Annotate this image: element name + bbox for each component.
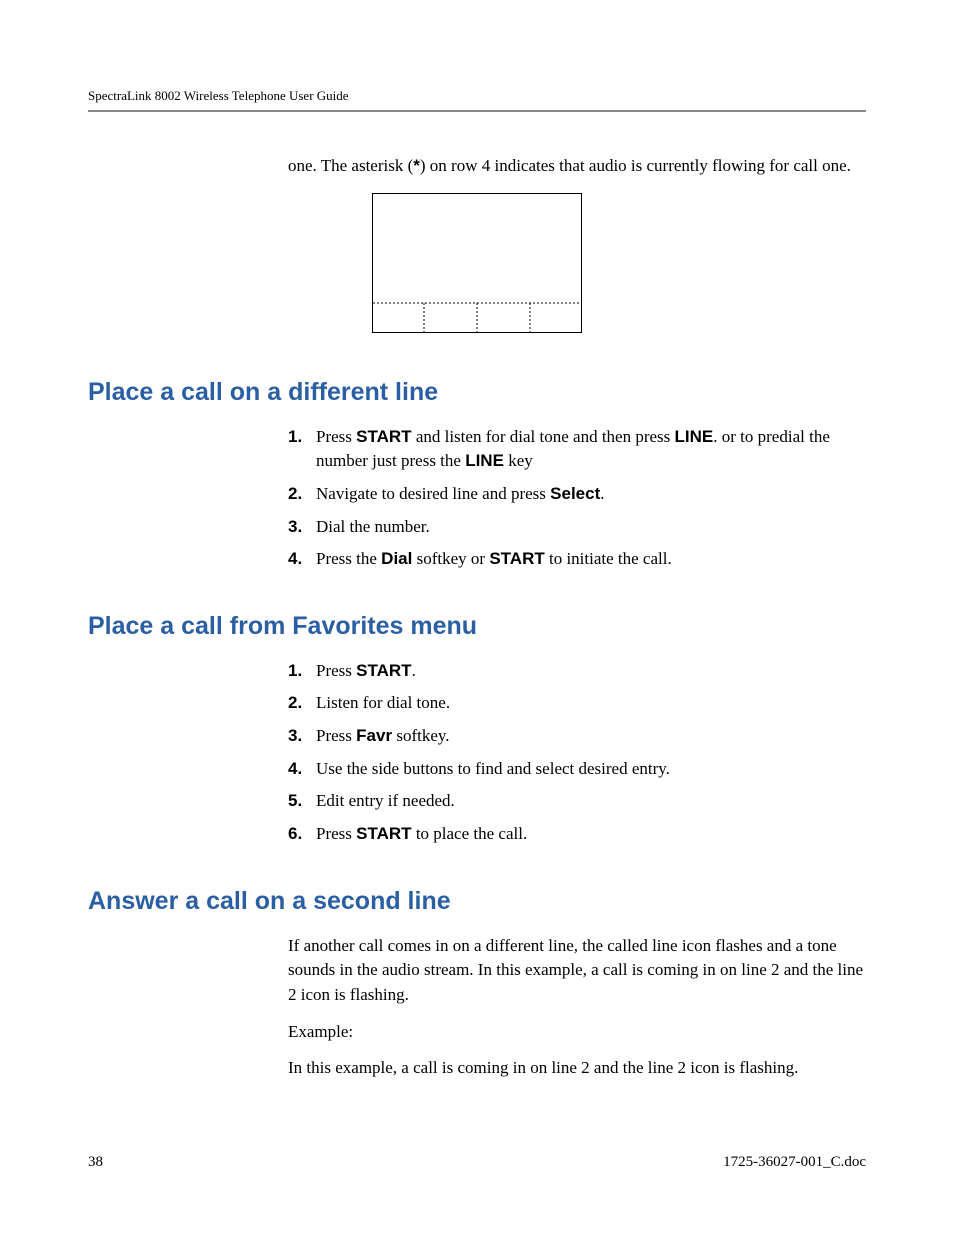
intro-text-before: one. The asterisk ( <box>288 156 413 175</box>
step-text: . <box>412 661 416 680</box>
list-item: Edit entry if needed. <box>288 789 866 814</box>
steps-list-different-line: Press START and listen for dial tone and… <box>288 425 866 572</box>
intro-text-after: ) on row 4 indicates that audio is curre… <box>420 156 851 175</box>
section3-paragraph1: If another call comes in on a different … <box>288 934 866 1008</box>
key-label: START <box>489 549 544 568</box>
display-box-icon <box>372 193 582 333</box>
page-footer: 38 1725-36027-001_C.doc <box>88 1154 866 1171</box>
step-text: Press <box>316 427 356 446</box>
section3-paragraph2: In this example, a call is coming in on … <box>288 1056 866 1081</box>
step-text: softkey or <box>412 549 489 568</box>
key-label: Dial <box>381 549 412 568</box>
steps-list-favorites: Press START. Listen for dial tone. Press… <box>288 659 866 847</box>
section-heading-different-line: Place a call on a different line <box>88 378 866 407</box>
key-label: START <box>356 824 411 843</box>
list-item: Press Favr softkey. <box>288 724 866 749</box>
step-text: Dial the number. <box>316 517 430 536</box>
step-text: to place the call. <box>412 824 528 843</box>
page-number: 38 <box>88 1154 103 1171</box>
step-text: Press <box>316 824 356 843</box>
step-text: Press <box>316 726 356 745</box>
example-label: Example: <box>288 1020 866 1045</box>
list-item: Press START and listen for dial tone and… <box>288 425 866 474</box>
step-text: Press <box>316 661 356 680</box>
key-label: Favr <box>356 726 392 745</box>
step-text: and listen for dial tone and then press <box>412 427 675 446</box>
list-item: Listen for dial tone. <box>288 691 866 716</box>
step-text: Navigate to desired line and press <box>316 484 550 503</box>
header-rule <box>88 110 866 112</box>
doc-reference: 1725-36027-001_C.doc <box>723 1154 866 1171</box>
list-item: Press the Dial softkey or START to initi… <box>288 547 866 572</box>
screen-diagram <box>88 193 866 338</box>
key-label: LINE <box>465 451 504 470</box>
step-text: . <box>600 484 604 503</box>
section-heading-favorites: Place a call from Favorites menu <box>88 612 866 641</box>
list-item: Press START. <box>288 659 866 684</box>
list-item: Navigate to desired line and press Selec… <box>288 482 866 507</box>
document-page: SpectraLink 8002 Wireless Telephone User… <box>0 0 954 1235</box>
list-item: Use the side buttons to find and select … <box>288 757 866 782</box>
key-label: START <box>356 427 411 446</box>
step-text: softkey. <box>392 726 449 745</box>
step-text: Listen for dial tone. <box>316 693 450 712</box>
intro-fragment: one. The asterisk (*) on row 4 indicates… <box>288 154 866 179</box>
step-text: Use the side buttons to find and select … <box>316 759 670 778</box>
key-label: START <box>356 661 411 680</box>
step-text: Press the <box>316 549 381 568</box>
step-text: Edit entry if needed. <box>316 791 455 810</box>
running-header: SpectraLink 8002 Wireless Telephone User… <box>88 88 866 104</box>
list-item: Dial the number. <box>288 515 866 540</box>
step-text: key <box>504 451 533 470</box>
key-label: LINE <box>675 427 714 446</box>
key-label: Select <box>550 484 600 503</box>
step-text: to initiate the call. <box>545 549 672 568</box>
section-heading-second-line: Answer a call on a second line <box>88 887 866 916</box>
asterisk-glyph: * <box>413 156 420 175</box>
list-item: Press START to place the call. <box>288 822 866 847</box>
